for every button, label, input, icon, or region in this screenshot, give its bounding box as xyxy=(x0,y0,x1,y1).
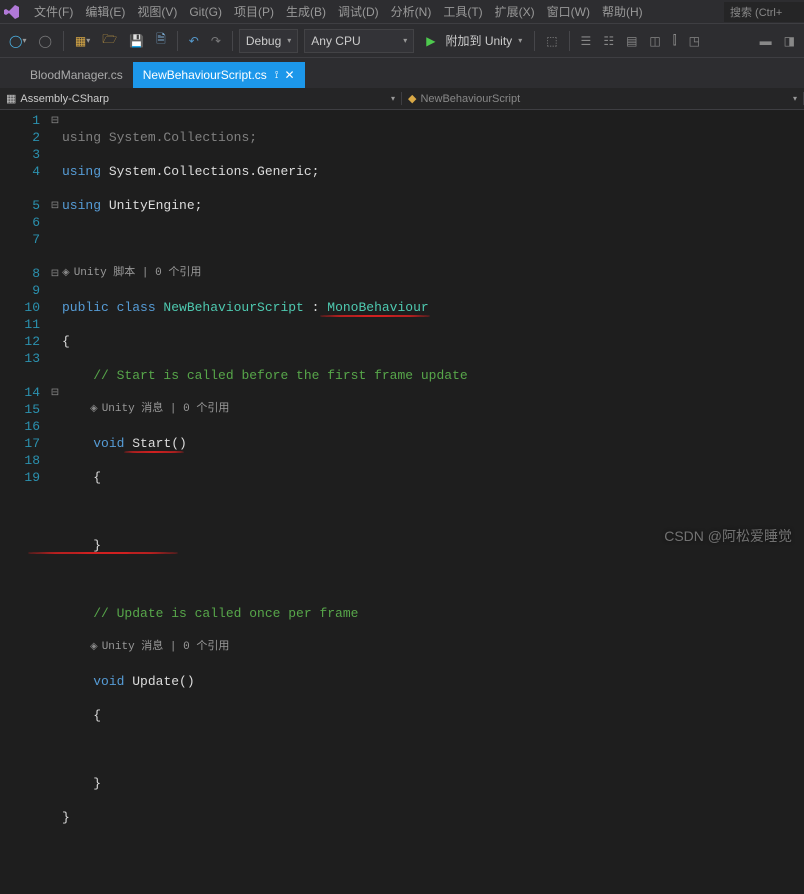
tool-button-9[interactable]: ◨ xyxy=(779,30,800,52)
tool-button-4[interactable]: ▤ xyxy=(621,30,642,52)
nav-class[interactable]: ◆ NewBehaviourScript ▾ xyxy=(402,92,804,105)
menu-git[interactable]: Git(G) xyxy=(183,2,228,22)
toolbar: ◯ ▾ ◯ ▦ ▾ 🗁 💾 🗎 ↶ ↷ Debug▾ Any CPU▾ ▶附加到… xyxy=(0,24,804,58)
save-button[interactable]: 💾 xyxy=(124,30,149,52)
tool-button-3[interactable]: ☷ xyxy=(598,30,619,52)
unity-icon: ◈ xyxy=(90,401,98,418)
nav-bar: ▦ Assembly-CSharp ▾ ◆ NewBehaviourScript… xyxy=(0,88,804,110)
tool-button-1[interactable]: ⬚ xyxy=(541,30,562,52)
unity-icon: ◈ xyxy=(90,639,98,656)
fold-toggle[interactable]: ⊟ xyxy=(48,384,62,401)
unity-icon: ◈ xyxy=(62,265,70,282)
menu-tools[interactable]: 工具(T) xyxy=(437,0,488,23)
nav-forward-button[interactable]: ◯ xyxy=(33,30,56,52)
menu-window[interactable]: 窗口(W) xyxy=(541,0,596,23)
menu-build[interactable]: 生成(B) xyxy=(280,0,332,23)
line-gutter: 1 2 3 4 5 6 7 8 9 10 11 12 13 14 15 16 1… xyxy=(0,110,48,554)
menu-help[interactable]: 帮助(H) xyxy=(596,0,649,23)
search-input[interactable]: 搜索 (Ctrl+ xyxy=(724,2,804,22)
tool-button-2[interactable]: ☰ xyxy=(576,30,597,52)
class-icon: ◆ xyxy=(408,92,416,105)
open-button[interactable]: 🗁 xyxy=(97,26,122,55)
separator xyxy=(177,31,178,51)
tab-bloodmanager[interactable]: BloodManager.cs xyxy=(20,62,133,88)
menu-bar: 文件(F) 编辑(E) 视图(V) Git(G) 项目(P) 生成(B) 调试(… xyxy=(0,0,804,24)
csharp-project-icon: ▦ xyxy=(6,92,16,105)
menu-debug[interactable]: 调试(D) xyxy=(332,0,385,23)
codelens[interactable]: ◈Unity 消息 | 0 个引用 xyxy=(62,639,804,656)
run-button[interactable]: ▶附加到 Unity▾ xyxy=(420,29,528,53)
menu-analyze[interactable]: 分析(N) xyxy=(385,0,438,23)
fold-toggle[interactable]: ⊟ xyxy=(48,112,62,129)
menu-extensions[interactable]: 扩展(X) xyxy=(489,0,541,23)
redo-button[interactable]: ↷ xyxy=(206,30,226,52)
separator xyxy=(232,31,233,51)
menu-file[interactable]: 文件(F) xyxy=(28,0,79,23)
tool-button-6[interactable]: ⫿ xyxy=(668,29,682,52)
nav-back-button[interactable]: ◯ ▾ xyxy=(4,30,31,52)
fold-toggle[interactable]: ⊟ xyxy=(48,265,62,282)
document-tabs: BloodManager.cs NewBehaviourScript.cs ⟟ … xyxy=(0,58,804,88)
tool-button-5[interactable]: ◫ xyxy=(644,30,665,52)
fold-toggle[interactable]: ⊟ xyxy=(48,197,62,214)
watermark: CSDN @阿松爱睡觉 xyxy=(664,526,792,546)
separator xyxy=(63,31,64,51)
tool-button-7[interactable]: ◳ xyxy=(684,30,705,52)
code-editor[interactable]: 1 2 3 4 5 6 7 8 9 10 11 12 13 14 15 16 1… xyxy=(0,110,804,554)
vs-logo-icon xyxy=(4,3,22,21)
config-dropdown[interactable]: Debug▾ xyxy=(239,29,298,53)
nav-project[interactable]: ▦ Assembly-CSharp ▾ xyxy=(0,92,402,105)
code-content[interactable]: using System.Collections; using System.C… xyxy=(62,110,804,554)
menu-project[interactable]: 项目(P) xyxy=(228,0,280,23)
new-item-button[interactable]: ▦ ▾ xyxy=(70,30,95,52)
separator xyxy=(534,31,535,51)
menu-view[interactable]: 视图(V) xyxy=(131,0,183,23)
tab-newbehaviourscript[interactable]: NewBehaviourScript.cs ⟟ ✕ xyxy=(133,62,305,88)
separator xyxy=(569,31,570,51)
codelens[interactable]: ◈Unity 脚本 | 0 个引用 xyxy=(62,265,804,282)
close-icon[interactable]: ✕ xyxy=(285,68,295,82)
pin-icon[interactable]: ⟟ xyxy=(275,70,279,81)
platform-dropdown[interactable]: Any CPU▾ xyxy=(304,29,414,53)
fold-gutter: ⊟ ⊟ ⊟ ⊟ xyxy=(48,110,62,554)
menu-edit[interactable]: 编辑(E) xyxy=(79,0,131,23)
save-all-button[interactable]: 🗎 xyxy=(151,26,171,55)
codelens[interactable]: ◈Unity 消息 | 0 个引用 xyxy=(62,401,804,418)
undo-button[interactable]: ↶ xyxy=(184,30,204,52)
tool-button-8[interactable]: ▬ xyxy=(755,30,777,52)
